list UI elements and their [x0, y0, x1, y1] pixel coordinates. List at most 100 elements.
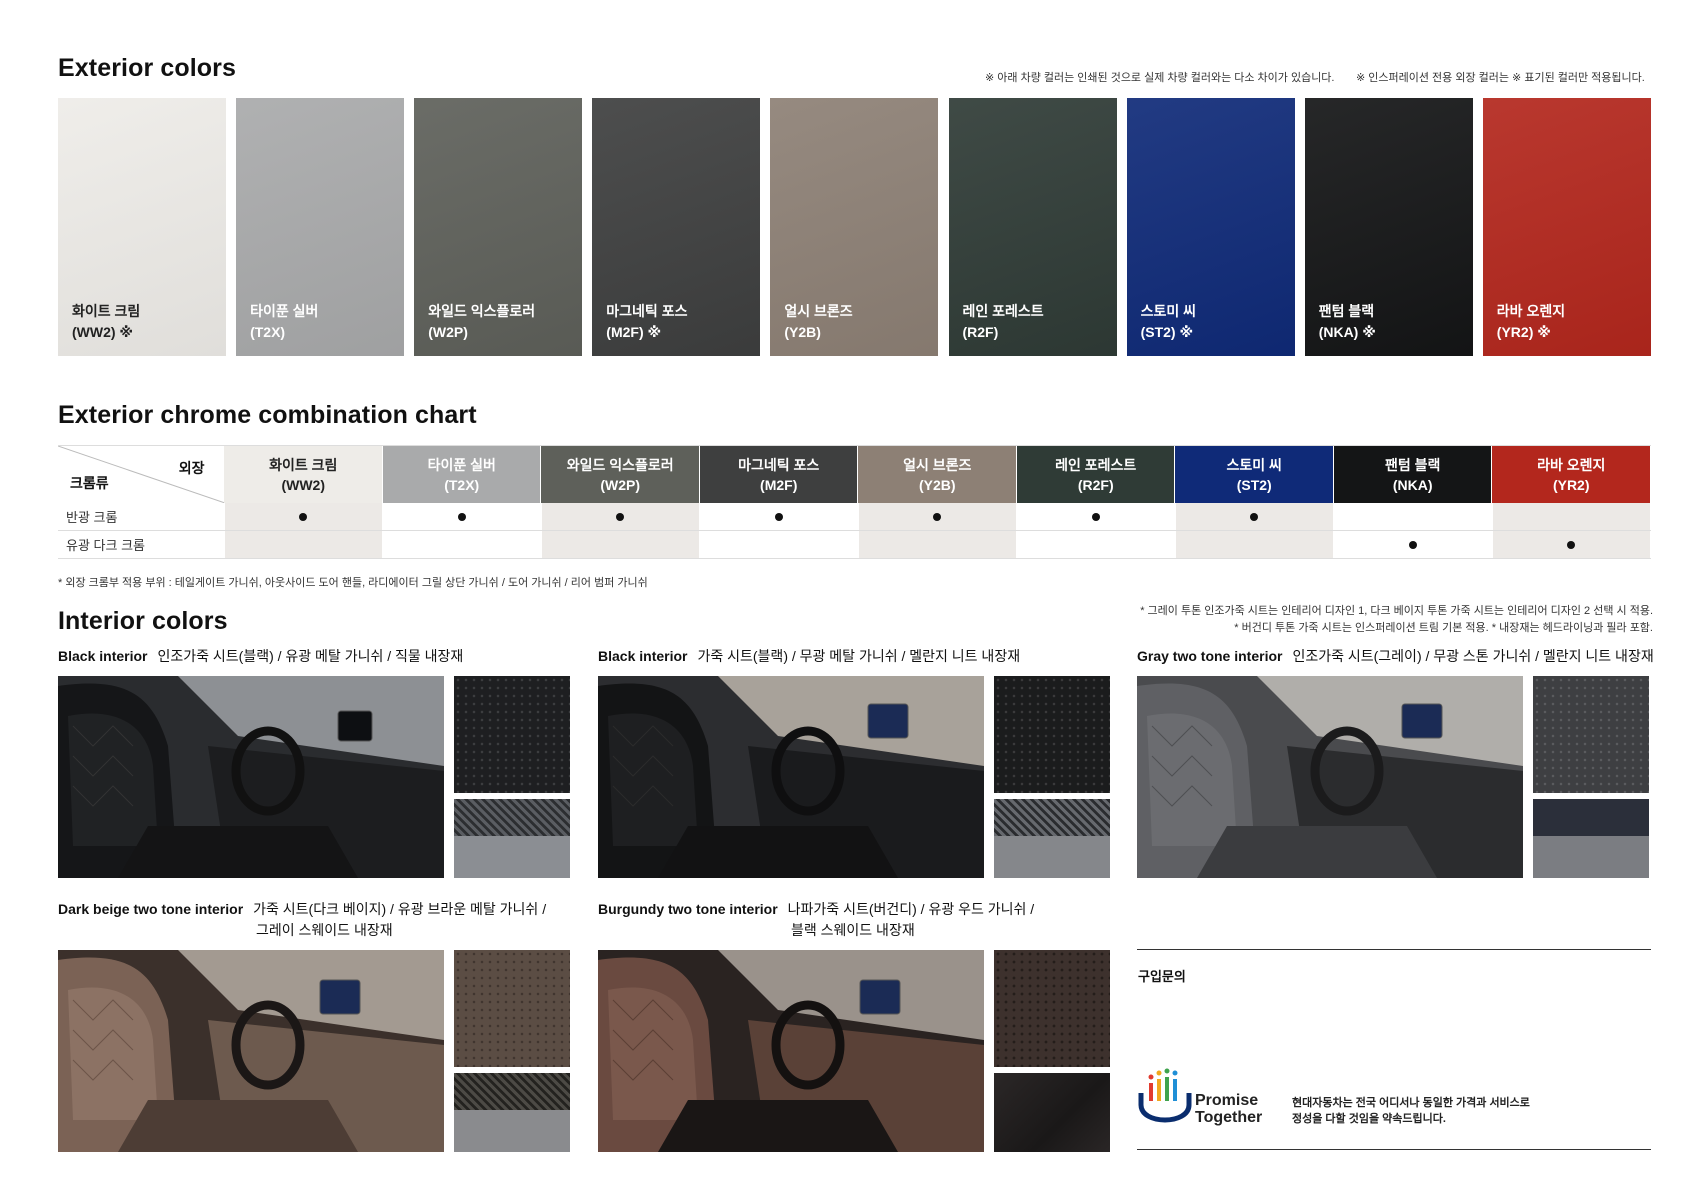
- swatch-code: (T2X): [250, 324, 286, 340]
- swatch-8: 팬텀 블랙 (NKA) ※: [1304, 98, 1473, 356]
- swatch-label: 화이트 크림 (WW2) ※: [72, 301, 140, 343]
- swatch-label: 타이푼 실버 (T2X): [250, 301, 318, 343]
- col-name: 얼시 브론즈: [903, 456, 972, 473]
- chrome-cell: [224, 503, 382, 530]
- applied-dot-icon: [299, 512, 308, 521]
- interior-item-2-title: Black interior 가죽 시트(블랙) / 무광 메탈 가니쉬 / 멜란…: [598, 646, 1020, 667]
- chrome-cell: [1175, 503, 1333, 530]
- interior-material-1c: [454, 836, 570, 878]
- chrome-row-label: 유광 다크 크롬: [66, 538, 145, 553]
- purchase-label: 구입문의: [1138, 969, 1186, 984]
- applied-dot-icon: [933, 512, 942, 521]
- swatch-9: 라바 오렌지 (YR2) ※: [1482, 98, 1651, 356]
- chrome-cell: [383, 531, 541, 558]
- interior-photo: [598, 950, 984, 1152]
- swatch-1: 화이트 크림 (WW2) ※: [58, 98, 226, 356]
- chrome-cell: [858, 503, 1016, 530]
- swatch-name: 타이푼 실버: [250, 303, 319, 319]
- chrome-col-header: 라바 오렌지 (YR2): [1492, 446, 1650, 503]
- interior-photo: [1137, 676, 1523, 878]
- chrome-col-header: 팬텀 블랙 (NKA): [1333, 446, 1492, 503]
- chrome-cell: [858, 531, 1016, 558]
- swatch-label: 라바 오렌지 (YR2) ※: [1497, 301, 1565, 343]
- swatch-code: (WW2) ※: [72, 324, 134, 340]
- slogan-line-1: 현대자동차는 전국 어디서나 동일한 가격과 서비스로: [1292, 1097, 1530, 1109]
- chrome-row: 반광 크롬: [58, 503, 1651, 531]
- interior-photo: [598, 676, 984, 878]
- swatch-5: 얼시 브론즈 (Y2B): [770, 98, 939, 356]
- col-code: (R2F): [1077, 476, 1114, 493]
- chrome-cell: [700, 531, 858, 558]
- interior-material-4a: [454, 950, 570, 1067]
- interior-material-3a: [1533, 676, 1649, 793]
- interior-note-2: * 버건디 투톤 가죽 시트는 인스퍼레이션 트림 기본 적용. * 내장재는 …: [1234, 622, 1653, 634]
- swatch-label: 스토미 씨 (ST2) ※: [1141, 301, 1196, 343]
- exterior-note-1: ※ 아래 차량 컬러는 인쇄된 것으로 실제 차량 컬러와는 다소 차이가 있습…: [985, 72, 1335, 84]
- col-name: 마그네틱 포스: [738, 456, 820, 473]
- col-code: (ST2): [1236, 476, 1272, 493]
- purchase-slogan: 현대자동차는 전국 어디서나 동일한 가격과 서비스로 정성을 다할 것임을 약…: [1292, 1095, 1530, 1127]
- chrome-cell: [1492, 531, 1650, 558]
- interior-note-1: * 그레이 투톤 인조가죽 시트는 인테리어 디자인 1, 다크 베이지 투톤 …: [1140, 605, 1653, 617]
- swatch-6: 레인 포레스트 (R2F): [948, 98, 1117, 356]
- chrome-cell: [541, 503, 699, 530]
- interior-material-1a: [454, 676, 570, 793]
- swatch-name: 스토미 씨: [1140, 303, 1197, 319]
- interior-item-desc: 가죽 시트(다크 베이지) / 유광 브라운 메탈 가니쉬 /: [253, 901, 547, 917]
- interior-photo: [58, 950, 444, 1152]
- swatch-name: 와일드 익스플로러: [428, 303, 536, 319]
- col-name: 스토미 씨: [1226, 456, 1282, 473]
- interior-item-5-desc2: 블랙 스웨이드 내장재: [791, 922, 915, 938]
- interior-photo-1: [58, 676, 444, 878]
- chrome-col-header: 화이트 크림 (WW2): [224, 446, 382, 503]
- swatch-name: 라바 오렌지: [1496, 303, 1566, 319]
- interior-material-2b: [994, 799, 1110, 836]
- swatch-code: (Y2B): [784, 324, 821, 340]
- chrome-col-header: 스토미 씨 (ST2): [1175, 446, 1333, 503]
- interior-material-1b: [454, 799, 570, 836]
- chrome-cell: [1492, 503, 1650, 530]
- chrome-col-header: 마그네틱 포스 (M2F): [699, 446, 858, 503]
- interior-item-desc: 인조가죽 시트(그레이) / 무광 스톤 가니쉬 / 멜란지 니트 내장재: [1292, 648, 1654, 664]
- chrome-cell: [1334, 531, 1492, 558]
- interior-photo-2: [598, 676, 984, 878]
- swatch-code: (ST2) ※: [1140, 324, 1194, 340]
- swatch-code: (M2F) ※: [606, 324, 662, 340]
- interior-material-2c: [994, 836, 1110, 878]
- swatch-code: (NKA) ※: [1318, 324, 1376, 340]
- applied-dot-icon: [616, 512, 625, 521]
- col-name: 와일드 익스플로러: [566, 456, 674, 473]
- applied-dot-icon: [774, 512, 783, 521]
- swatch-name: 레인 포레스트: [962, 303, 1044, 319]
- interior-photo: [58, 676, 444, 878]
- applied-dot-icon: [1408, 540, 1417, 549]
- promise-together-logo-icon: [1137, 1063, 1193, 1135]
- swatch-code: (YR2) ※: [1496, 324, 1551, 340]
- swatch-label: 마그네틱 포스 (M2F) ※: [606, 301, 687, 343]
- applied-dot-icon: [457, 512, 466, 521]
- interior-item-name: Black interior: [598, 648, 688, 664]
- applied-dot-icon: [1250, 512, 1259, 521]
- chrome-cell: [1175, 531, 1333, 558]
- swatch-label: 와일드 익스플로러 (W2P): [428, 301, 535, 343]
- corner-top-label: 외장: [178, 460, 205, 476]
- chrome-cell: [1017, 503, 1175, 530]
- interior-material-5a: [994, 950, 1110, 1067]
- col-name: 팬텀 블랙: [1385, 456, 1441, 473]
- swatch-code: (W2P): [428, 324, 468, 340]
- chrome-corner-cell: 외장 크롬류: [58, 446, 225, 503]
- chrome-cell: [383, 503, 541, 530]
- interior-material-5b: [994, 1073, 1110, 1152]
- col-code: (W2P): [600, 476, 641, 493]
- applied-dot-icon: [1567, 540, 1576, 549]
- interior-item-1-title: Black interior 인조가죽 시트(블랙) / 유광 메탈 가니쉬 / …: [58, 646, 463, 667]
- chrome-col-header: 와일드 익스플로러 (W2P): [541, 446, 699, 503]
- swatch-3: 와일드 익스플로러 (W2P): [414, 98, 583, 356]
- interior-item-name: Black interior: [58, 648, 148, 664]
- interior-item-3-title: Gray two tone interior 인조가죽 시트(그레이) / 무광 …: [1137, 646, 1654, 667]
- chrome-col-header: 타이푼 실버 (T2X): [382, 446, 541, 503]
- swatch-4: 마그네틱 포스 (M2F) ※: [592, 98, 761, 356]
- interior-item-name: Burgundy two tone interior: [598, 901, 778, 917]
- interior-item-desc: 나파가죽 시트(버건디) / 유광 우드 가니쉬 /: [787, 901, 1035, 917]
- chrome-footnote: * 외장 크롬부 적용 부위 : 테일게이트 가니쉬, 아웃사이드 도어 핸들,…: [58, 577, 648, 589]
